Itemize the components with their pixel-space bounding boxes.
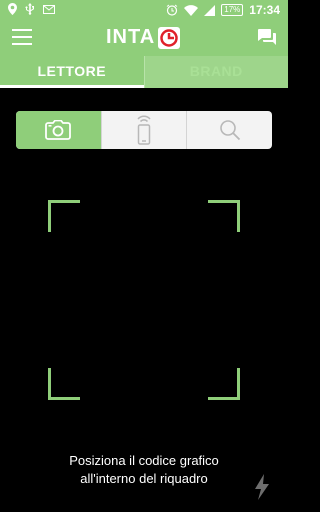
- instruction-line-1: Posiziona il codice grafico: [69, 453, 219, 468]
- app-bar: INTA: [0, 20, 288, 56]
- location-icon: [8, 3, 17, 15]
- scan-frame-corner-bottom-right: [208, 368, 240, 400]
- instruction-line-2: all'interno del riquadro: [80, 471, 208, 486]
- mail-icon: [43, 4, 55, 14]
- scan-frame-corner-top-left: [48, 200, 80, 232]
- usb-icon: [25, 3, 34, 15]
- logo-text: INTA: [106, 26, 156, 48]
- logo-clock-icon: [158, 26, 181, 49]
- nfc-phone-icon: [137, 115, 151, 145]
- tab-brand[interactable]: BRAND: [144, 56, 288, 88]
- scan-frame-corner-bottom-left: [48, 368, 80, 400]
- scan-mode-selector: [16, 111, 272, 149]
- camera-icon: [45, 120, 72, 140]
- wifi-icon: [184, 4, 199, 16]
- search-icon: [219, 120, 240, 141]
- chat-icon[interactable]: [258, 29, 276, 51]
- status-bar: 17% 17:34: [0, 0, 288, 20]
- app-logo: INTA: [106, 26, 181, 49]
- scan-instructions: Posiziona il codice grafico all'interno …: [30, 452, 258, 488]
- menu-icon[interactable]: [12, 29, 32, 47]
- flash-icon[interactable]: [254, 474, 270, 505]
- tab-bar: LETTORE BRAND: [0, 56, 288, 88]
- camera-mode-button[interactable]: [16, 111, 102, 149]
- search-mode-button[interactable]: [187, 111, 272, 149]
- battery-indicator: 17%: [221, 4, 244, 16]
- alarm-icon: [166, 4, 178, 16]
- scan-frame-corner-top-right: [208, 200, 240, 232]
- tab-lettore[interactable]: LETTORE: [0, 56, 144, 88]
- clock: 17:34: [249, 3, 280, 17]
- signal-icon: [204, 4, 216, 16]
- nfc-mode-button[interactable]: [102, 111, 188, 149]
